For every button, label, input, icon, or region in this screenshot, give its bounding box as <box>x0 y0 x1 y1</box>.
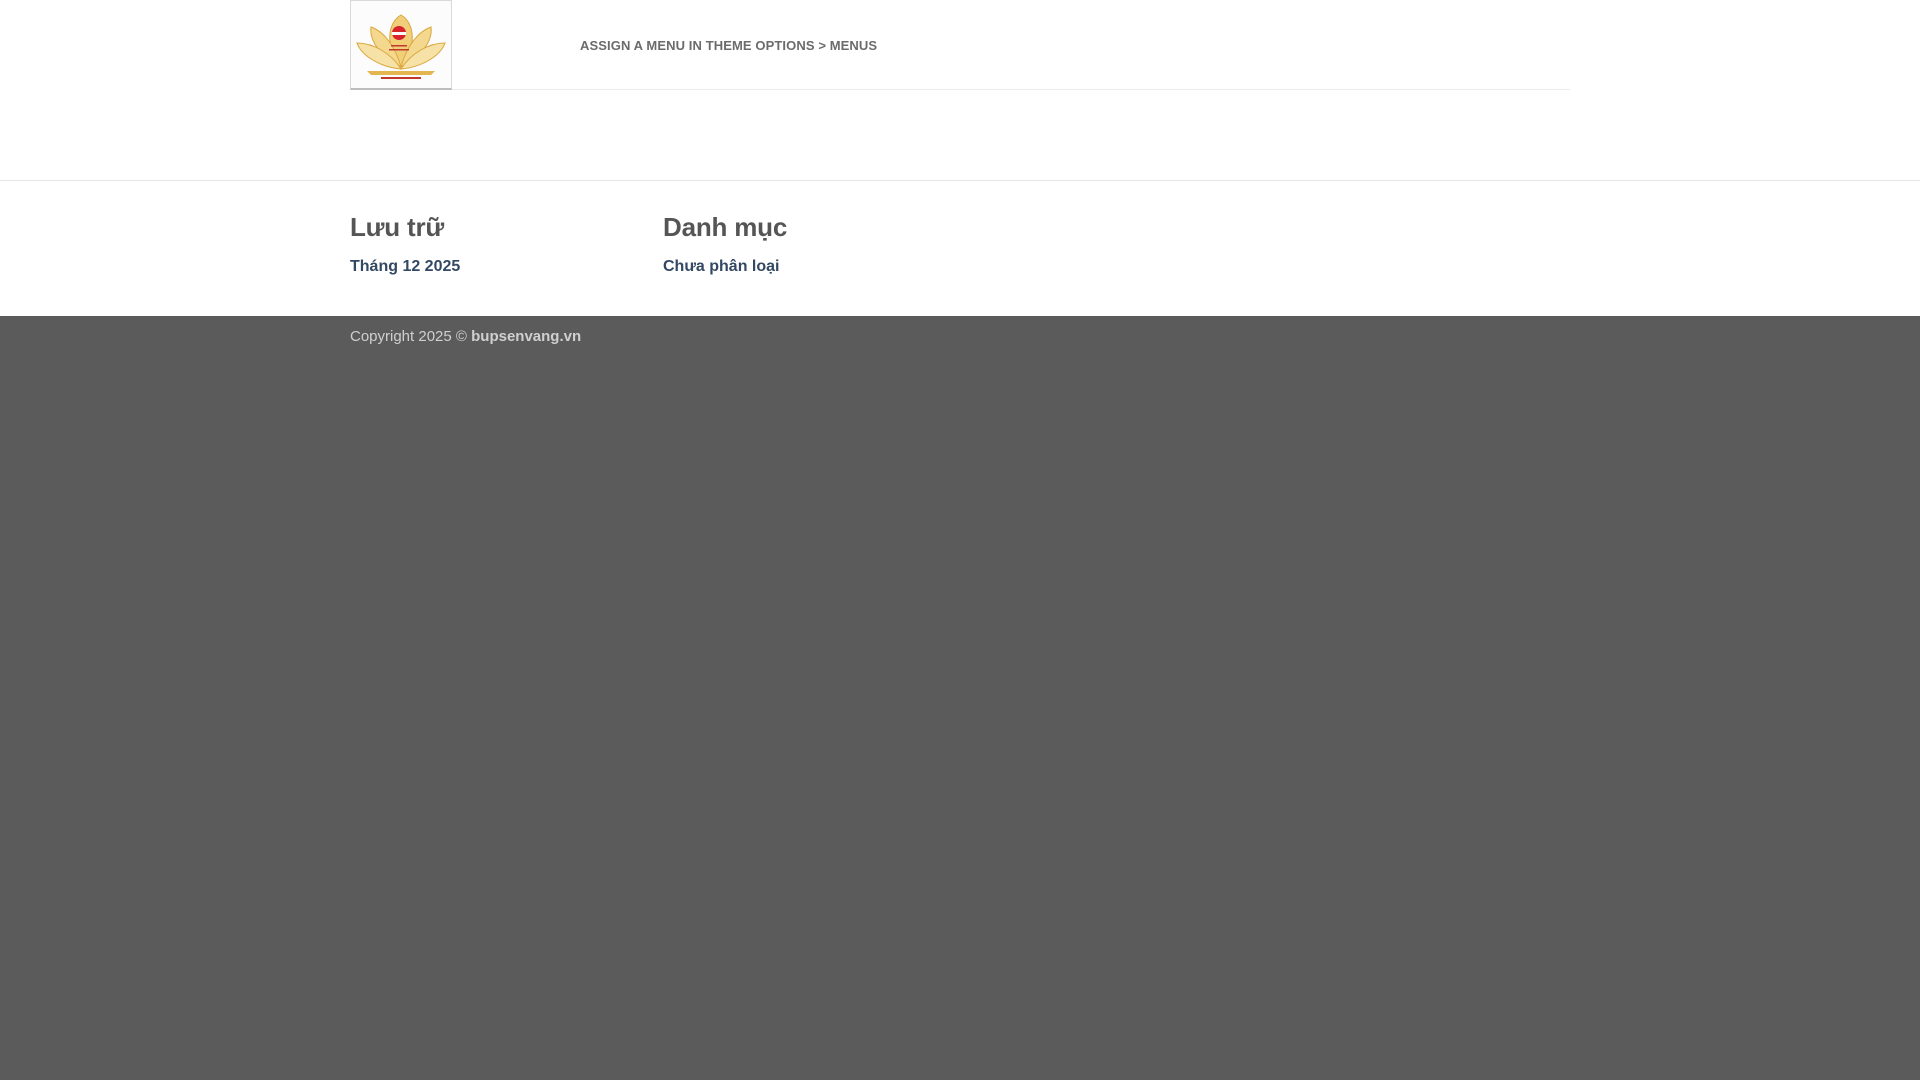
archive-widget-title: Lưu trữ <box>350 212 445 242</box>
assign-menu-link[interactable]: ASSIGN A MENU IN THEME OPTIONS > MENUS <box>580 38 877 53</box>
copyright-text: Copyright 2025 © bupsenvang.vn <box>350 328 581 345</box>
lotus-logo-icon <box>356 14 446 79</box>
page-content-area: ASSIGN A MENU IN THEME OPTIONS > MENUS L… <box>0 0 1920 316</box>
category-link-uncategorized[interactable]: Chưa phân loại <box>663 258 779 276</box>
archive-link-december-2025[interactable]: Tháng 12 2025 <box>350 258 460 276</box>
category-widget-title: Danh mục <box>663 212 788 242</box>
section-divider <box>0 180 1920 181</box>
copyright-prefix: Copyright 2025 © <box>350 328 467 345</box>
copyright-site-name: bupsenvang.vn <box>471 328 582 345</box>
category-widget: Danh mục Chưa phân loại <box>663 210 787 276</box>
archive-widget: Lưu trữ Tháng 12 2025 <box>350 210 460 276</box>
site-header: ASSIGN A MENU IN THEME OPTIONS > MENUS <box>350 0 1570 90</box>
site-logo[interactable] <box>350 0 452 90</box>
